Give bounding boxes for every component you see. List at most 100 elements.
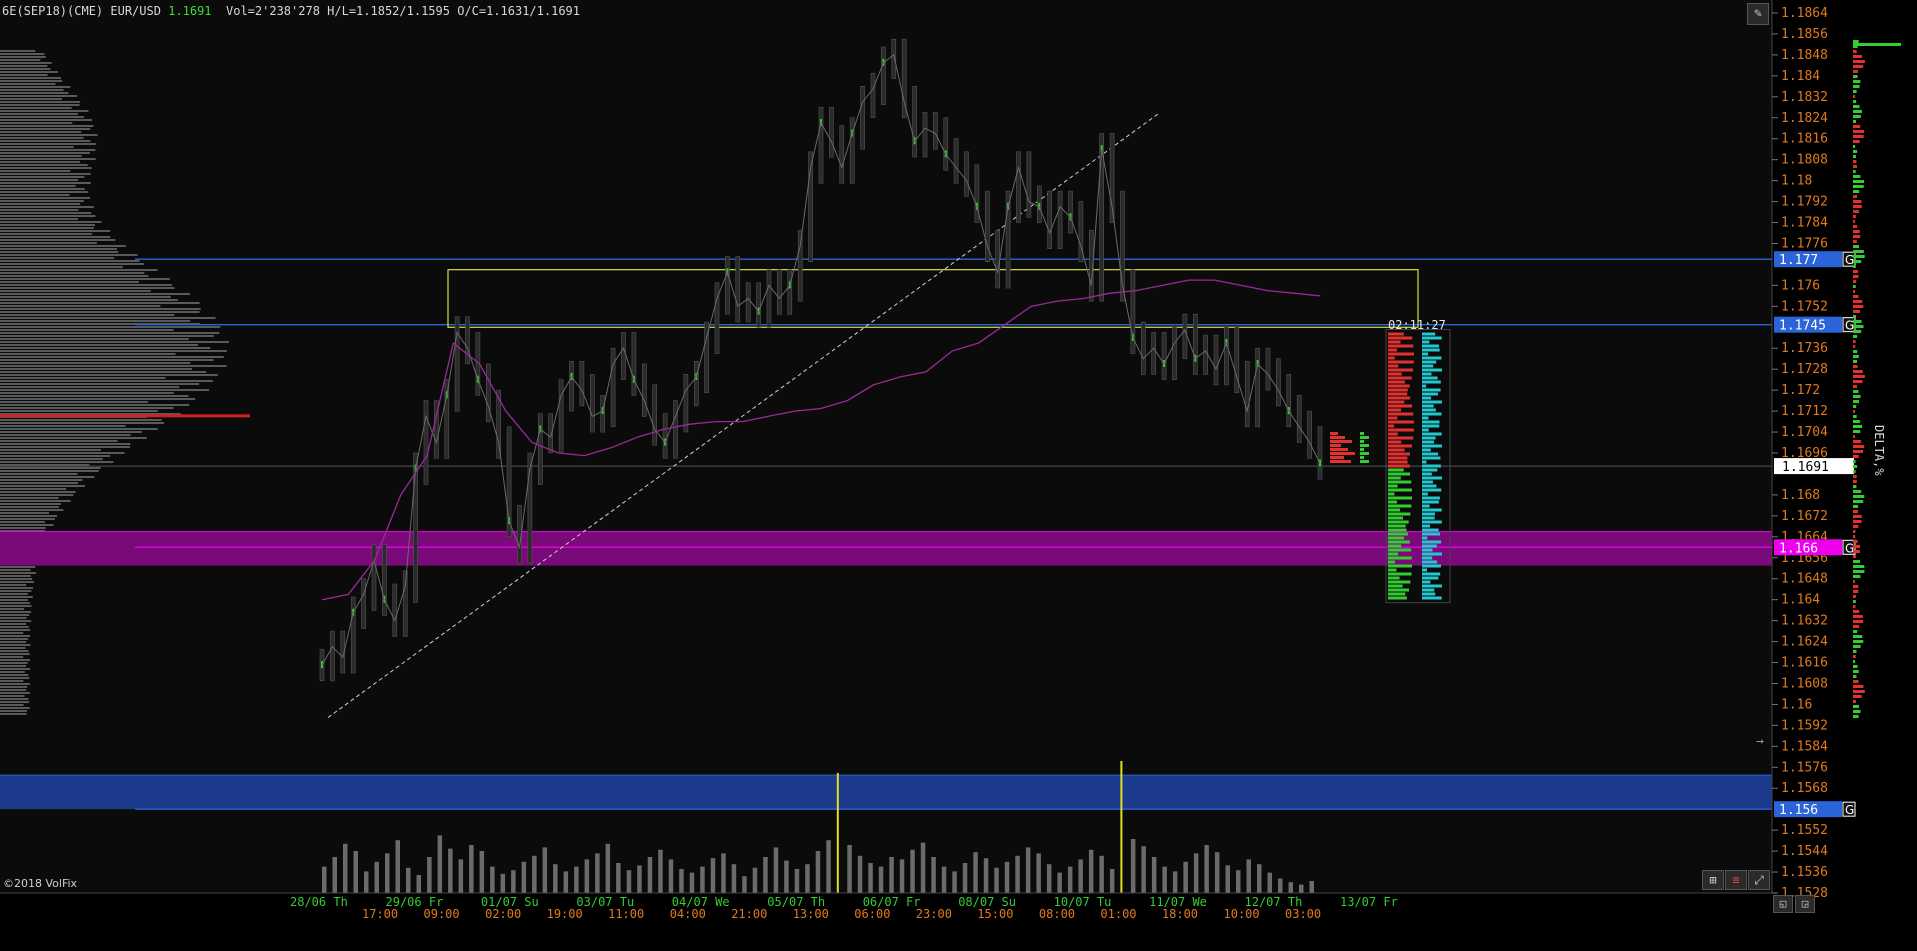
window-icon[interactable]: ◱: [1773, 895, 1793, 913]
profile-bar: [0, 674, 29, 676]
delta-bar: [1853, 310, 1860, 313]
profile-bar: [0, 671, 25, 673]
profile-bar: [0, 401, 149, 403]
price-tick-label: 1.1816: [1781, 132, 1828, 147]
delta-bar: [1853, 330, 1862, 333]
chart-canvas[interactable]: 1.18641.18561.18481.1841.18321.18241.181…: [0, 0, 1917, 951]
profile-bar: [0, 248, 117, 250]
profile-bar: [0, 623, 27, 625]
volume-bar: [868, 863, 873, 893]
volume-bar: [1078, 859, 1083, 893]
delta-bar: [1853, 475, 1857, 478]
delta-bar: [1853, 50, 1857, 53]
volume-bar: [647, 857, 653, 893]
candle: [652, 384, 658, 446]
price-tick-label: 1.1576: [1781, 760, 1828, 775]
delta-bar: [1853, 650, 1857, 653]
footprint-bar: [1388, 544, 1402, 548]
profile-bar: [0, 167, 92, 169]
profile-bar: [0, 407, 174, 409]
delta-bar: [1853, 415, 1857, 418]
volume-bar: [437, 835, 443, 893]
footprint-delta-bar: [1422, 344, 1439, 348]
profile-bar: [0, 311, 200, 313]
profile-bar: [0, 392, 174, 394]
delta-bar: [1853, 220, 1855, 223]
delta-bar: [1853, 215, 1856, 218]
delta-bar: [1853, 600, 1856, 603]
delta-bar: [1853, 155, 1856, 158]
footprint-bar: [1388, 532, 1408, 536]
profile-bar: [0, 704, 24, 706]
expand-icon[interactable]: ⤢: [1748, 870, 1770, 890]
profile-bar: [0, 596, 33, 598]
footprint-bar: [1388, 528, 1407, 532]
profile-bar: [0, 371, 207, 373]
volume-bar: [920, 842, 926, 893]
candle: [818, 107, 824, 184]
footprint-bar: [1388, 552, 1399, 556]
profile-bar: [0, 287, 175, 289]
volume-bar: [637, 865, 642, 893]
profile-bar: [0, 128, 91, 130]
profile-bar: [0, 455, 111, 457]
footprint-bar: [1388, 468, 1404, 472]
footprint-bar: [1388, 588, 1409, 592]
delta-bar: [1853, 425, 1863, 428]
volume-bar: [836, 773, 839, 893]
level-tag-label: 1.156: [1779, 803, 1818, 818]
pencil-icon[interactable]: ✎: [1747, 3, 1769, 25]
profile-bar: [0, 119, 93, 121]
delta-bar: [1853, 80, 1861, 83]
volume-bar: [962, 863, 968, 893]
profile-bar: [0, 290, 151, 292]
delta-bar: [1853, 295, 1859, 298]
footprint-bar: [1388, 460, 1408, 464]
footprint-delta-bar: [1422, 448, 1431, 452]
delta-bar: [1853, 495, 1865, 498]
footprint-delta-bar: [1422, 360, 1437, 364]
profile-bar: [0, 647, 26, 649]
footprint-bar: [1388, 348, 1397, 352]
profile-bar: [0, 320, 191, 322]
volume-bar: [1025, 847, 1031, 893]
footprint-bar: [1388, 404, 1412, 408]
footprint-bar: [1388, 512, 1411, 516]
delta-bar: [1853, 465, 1858, 468]
profile-bar: [0, 488, 67, 490]
footprint-bar: [1388, 336, 1413, 340]
delta-bar: [1853, 75, 1858, 78]
profile-bar: [0, 143, 97, 145]
profile-bar: [0, 503, 61, 505]
profile-bar: [0, 632, 24, 634]
delta-bar: [1853, 665, 1858, 668]
last-price-tag-label: 1.1691: [1782, 460, 1829, 475]
delta-bar: [1853, 145, 1855, 148]
delta-bar: [1853, 205, 1862, 208]
profile-bar: [0, 68, 51, 70]
price-tick-label: 1.1736: [1781, 341, 1828, 356]
candle: [777, 269, 782, 315]
candle: [943, 117, 949, 171]
grid-icon[interactable]: ⊞: [1702, 870, 1724, 890]
delta-bar: [1853, 410, 1856, 413]
footprint-bar: [1388, 380, 1405, 384]
profile-icon[interactable]: ≡: [1725, 870, 1747, 890]
profile-bar: [0, 515, 58, 517]
profile-bar: [0, 170, 71, 172]
profile-bar: [0, 245, 126, 247]
price-tick-label: 1.1624: [1781, 635, 1828, 650]
volume-bar: [584, 859, 590, 893]
volume-bar: [521, 861, 527, 893]
profile-bar: [0, 314, 175, 316]
candle: [350, 596, 356, 674]
candle: [621, 332, 626, 380]
delta-bar: [1853, 160, 1857, 163]
delta-bar: [1853, 230, 1860, 233]
candle: [756, 282, 761, 328]
profile-bar: [0, 98, 62, 100]
profile-bar: [0, 308, 201, 310]
footprint-bar: [1388, 400, 1405, 404]
resize-icon[interactable]: ◲: [1795, 895, 1815, 913]
profile-bar: [0, 692, 30, 694]
